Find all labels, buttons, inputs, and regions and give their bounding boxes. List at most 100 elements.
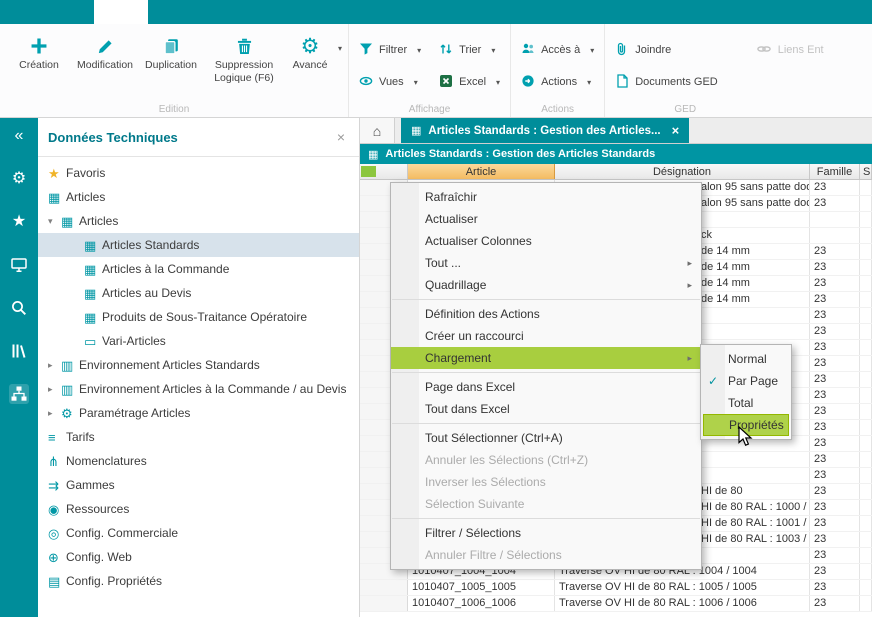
famille-cell[interactable]: 23: [810, 436, 860, 451]
menu-separator[interactable]: [392, 299, 700, 300]
tree-item-produits-sous-traitance[interactable]: ▦ Produits de Sous-Traitance Opératoire: [38, 305, 359, 329]
famille-cell[interactable]: 23: [810, 452, 860, 467]
table-row[interactable]: 1010407_1005_1005 Traverse OV HI de 80 R…: [360, 580, 872, 596]
tree-item-articles[interactable]: ▾ ▦ Articles: [38, 209, 359, 233]
famille-cell[interactable]: 23: [810, 180, 860, 195]
close-icon[interactable]: ×: [672, 123, 680, 138]
column-header-designation[interactable]: Désignation: [555, 164, 810, 179]
menu-item-tout[interactable]: Tout ... ▸: [391, 252, 701, 274]
suppression-button[interactable]: Suppression Logique (F6): [204, 26, 284, 84]
row-header-cell[interactable]: [360, 596, 408, 611]
famille-cell[interactable]: 23: [810, 356, 860, 371]
chevron-down-icon[interactable]: ▾: [338, 44, 342, 53]
collapse-panel-icon[interactable]: «: [9, 126, 29, 146]
menu-item-quadrillage[interactable]: Quadrillage ▸: [391, 274, 701, 296]
menu-item-creer-un-raccourci[interactable]: Créer un raccourci: [391, 325, 701, 347]
tree-item-parametrage-articles[interactable]: ▸ ⚙ Paramétrage Articles: [38, 401, 359, 425]
settings-module-icon[interactable]: ⚙: [9, 169, 29, 189]
tree-item-ressources[interactable]: ◉ Ressources: [38, 497, 359, 521]
row-header-cell[interactable]: [360, 580, 408, 595]
famille-cell[interactable]: 23: [810, 564, 860, 579]
joindre-button[interactable]: Joindre: [611, 36, 722, 64]
tree-item-articles-a-la-commande[interactable]: ▦ Articles à la Commande: [38, 257, 359, 281]
famille-cell[interactable]: 23: [810, 516, 860, 531]
menubar-tab-raccourcis[interactable]: [148, 0, 202, 24]
duplication-button[interactable]: Duplication: [138, 26, 204, 72]
famille-cell[interactable]: 23: [810, 292, 860, 307]
modification-button[interactable]: Modification: [72, 26, 138, 72]
column-header-article[interactable]: Article: [408, 164, 555, 179]
vues-button[interactable]: Vues ▾: [355, 68, 425, 96]
tree-item-environnement-articles-commande-devis[interactable]: ▸ ▥ Environnement Articles à la Commande…: [38, 377, 359, 401]
select-all-corner-cell[interactable]: [360, 164, 408, 179]
avance-button[interactable]: ⚙ Avancé: [284, 26, 336, 72]
menubar-tab-application[interactable]: [94, 0, 148, 24]
article-cell[interactable]: 1010407_1005_1005: [408, 580, 555, 595]
tab-articles-standards[interactable]: ▦ Articles Standards : Gestion des Artic…: [401, 118, 689, 143]
liens-ent-button[interactable]: Liens Ent: [752, 36, 828, 64]
article-cell[interactable]: 1010407_1006_1006: [408, 596, 555, 611]
famille-cell[interactable]: 23: [810, 596, 860, 611]
famille-cell[interactable]: 23: [810, 420, 860, 435]
menu-item-filtrer-selections[interactable]: Filtrer / Sélections: [391, 522, 701, 544]
column-header-s[interactable]: S: [860, 164, 872, 179]
famille-cell[interactable]: 23: [810, 500, 860, 515]
desktop-module-icon[interactable]: [9, 255, 29, 275]
menu-item-tout-dans-excel[interactable]: Tout dans Excel: [391, 398, 701, 420]
menu-item-page-dans-excel[interactable]: Page dans Excel: [391, 376, 701, 398]
documents-ged-button[interactable]: Documents GED: [611, 68, 722, 96]
famille-cell[interactable]: 23: [810, 324, 860, 339]
famille-cell[interactable]: 23: [810, 276, 860, 291]
creation-button[interactable]: Création: [6, 26, 72, 72]
menu-separator[interactable]: [392, 423, 700, 424]
menu-item-actualiser[interactable]: Actualiser: [391, 208, 701, 230]
famille-cell[interactable]: 23: [810, 372, 860, 387]
famille-cell[interactable]: 23: [810, 244, 860, 259]
famille-cell[interactable]: 23: [810, 196, 860, 211]
trier-button[interactable]: Trier ▾: [435, 36, 504, 64]
menu-separator[interactable]: [392, 372, 700, 373]
acces-a-button[interactable]: Accès à ▾: [517, 36, 598, 64]
tree-item-gammes[interactable]: ⇉ Gammes: [38, 473, 359, 497]
close-icon[interactable]: ×: [333, 129, 349, 145]
table-row[interactable]: 1010407_1006_1006 Traverse OV HI de 80 R…: [360, 596, 872, 612]
designation-cell[interactable]: Traverse OV HI de 80 RAL : 1005 / 1005: [555, 580, 810, 595]
famille-cell[interactable]: 23: [810, 532, 860, 547]
famille-cell[interactable]: 23: [810, 484, 860, 499]
famille-cell[interactable]: 23: [810, 260, 860, 275]
famille-cell[interactable]: 23: [810, 404, 860, 419]
actions-button[interactable]: Actions ▾: [517, 68, 598, 96]
submenu-item-normal[interactable]: Normal: [701, 348, 791, 370]
designation-cell[interactable]: Traverse OV HI de 80 RAL : 1006 / 1006: [555, 596, 810, 611]
famille-cell[interactable]: 23: [810, 468, 860, 483]
tree-item-articles-standards[interactable]: ▦ Articles Standards: [38, 233, 359, 257]
tree-item-environnement-articles-standards[interactable]: ▸ ▥ Environnement Articles Standards: [38, 353, 359, 377]
menubar-tab-administration[interactable]: [202, 0, 256, 24]
tree-item-vari-articles[interactable]: ▭ Vari-Articles: [38, 329, 359, 353]
menu-item-tout-selectionner[interactable]: Tout Sélectionner (Ctrl+A): [391, 427, 701, 449]
tree-item-nomenclatures[interactable]: ⋔ Nomenclatures: [38, 449, 359, 473]
menu-item-actualiser-colonnes[interactable]: Actualiser Colonnes: [391, 230, 701, 252]
famille-cell[interactable]: 23: [810, 340, 860, 355]
famille-cell[interactable]: [810, 212, 860, 227]
famille-cell[interactable]: 23: [810, 308, 860, 323]
menu-separator[interactable]: [392, 518, 700, 519]
home-tab[interactable]: ⌂: [360, 118, 395, 143]
menubar-tab-bureau[interactable]: [40, 0, 94, 24]
favorites-module-icon[interactable]: ★: [9, 212, 29, 232]
tree-item-config-web[interactable]: ⊕ Config. Web: [38, 545, 359, 569]
tree-item-articles-group[interactable]: ▦ Articles: [38, 185, 359, 209]
famille-cell[interactable]: 23: [810, 580, 860, 595]
menu-item-chargement[interactable]: Chargement ▸: [391, 347, 701, 369]
tree-item-config-proprietes[interactable]: ▤ Config. Propriétés: [38, 569, 359, 593]
tree-item-config-commerciale[interactable]: ◎ Config. Commerciale: [38, 521, 359, 545]
column-header-famille[interactable]: Famille: [810, 164, 860, 179]
filtrer-button[interactable]: Filtrer ▾: [355, 36, 425, 64]
famille-cell[interactable]: [810, 228, 860, 243]
submenu-item-total[interactable]: Total: [701, 392, 791, 414]
famille-cell[interactable]: 23: [810, 388, 860, 403]
search-module-icon[interactable]: [9, 298, 29, 318]
menu-item-rafraichir[interactable]: Rafraîchir: [391, 186, 701, 208]
tree-item-tarifs[interactable]: ≡ Tarifs: [38, 425, 359, 449]
tree-item-articles-au-devis[interactable]: ▦ Articles au Devis: [38, 281, 359, 305]
